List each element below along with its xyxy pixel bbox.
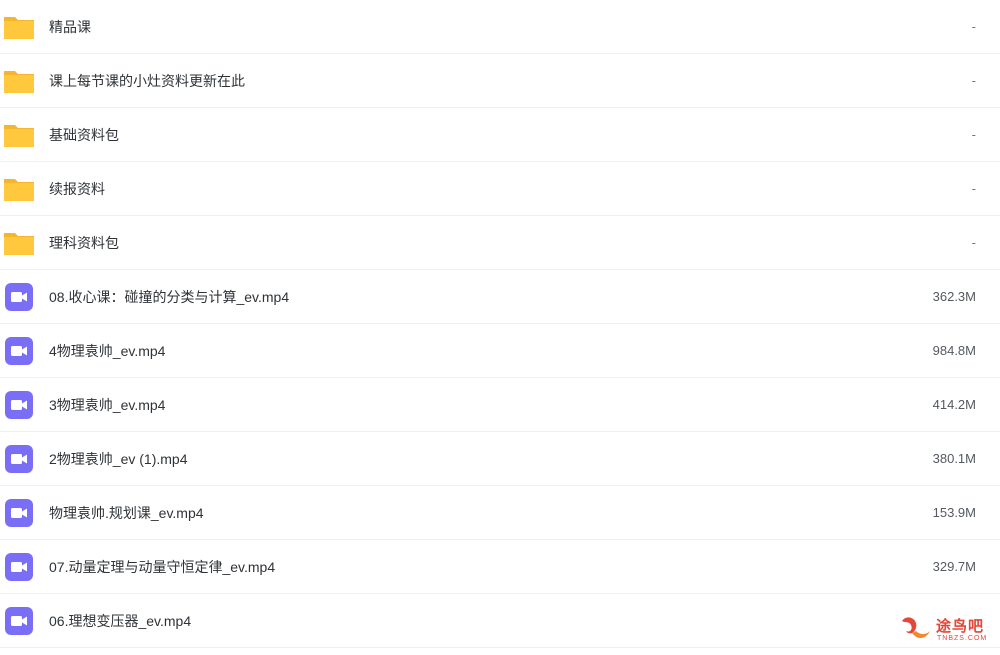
file-size: 380.1M: [932, 451, 976, 466]
file-name[interactable]: 课上每节课的小灶资料更新在此: [49, 54, 245, 108]
file-name[interactable]: 2物理袁帅_ev (1).mp4: [49, 432, 187, 486]
list-item[interactable]: 课上每节课的小灶资料更新在此 -: [0, 54, 1000, 108]
file-name[interactable]: 07.动量定理与动量守恒定律_ev.mp4: [49, 540, 275, 594]
file-size: 329.7M: [932, 559, 976, 574]
file-name[interactable]: 3物理袁帅_ev.mp4: [49, 378, 165, 432]
list-item[interactable]: 精品课 -: [0, 0, 1000, 54]
list-item[interactable]: 08.收心课：碰撞的分类与计算_ev.mp4 362.3M: [0, 270, 1000, 324]
list-item[interactable]: 2物理袁帅_ev (1).mp4 380.1M: [0, 432, 1000, 486]
file-size: -: [971, 73, 976, 88]
file-name[interactable]: 基础资料包: [49, 108, 119, 162]
file-name[interactable]: 06.理想变压器_ev.mp4: [49, 594, 191, 648]
file-size: -: [971, 127, 976, 142]
file-name[interactable]: 4物理袁帅_ev.mp4: [49, 324, 165, 378]
list-item[interactable]: 4物理袁帅_ev.mp4 984.8M: [0, 324, 1000, 378]
list-item[interactable]: 基础资料包 -: [0, 108, 1000, 162]
file-size: -: [971, 235, 976, 250]
video-file-icon: [3, 551, 35, 583]
video-file-icon: [3, 443, 35, 475]
file-name[interactable]: 理科资料包: [49, 216, 119, 270]
folder-icon: [3, 11, 35, 43]
video-file-icon: [3, 281, 35, 313]
list-item[interactable]: 07.动量定理与动量守恒定律_ev.mp4 329.7M: [0, 540, 1000, 594]
folder-icon: [3, 173, 35, 205]
file-size: -: [971, 181, 976, 196]
file-name[interactable]: 08.收心课：碰撞的分类与计算_ev.mp4: [49, 270, 289, 324]
file-name[interactable]: 物理袁帅.规划课_ev.mp4: [49, 486, 204, 540]
list-item[interactable]: 3物理袁帅_ev.mp4 414.2M: [0, 378, 1000, 432]
watermark-logo: 途鸟吧 TNBZS.COM: [896, 611, 992, 651]
watermark-text: 途鸟吧: [936, 618, 985, 635]
video-file-icon: [3, 389, 35, 421]
file-name[interactable]: 精品课: [49, 0, 91, 54]
list-item[interactable]: 理科资料包 -: [0, 216, 1000, 270]
video-file-icon: [3, 497, 35, 529]
file-size: -: [971, 19, 976, 34]
file-size: 984.8M: [932, 343, 976, 358]
list-item[interactable]: 续报资料 -: [0, 162, 1000, 216]
file-name[interactable]: 续报资料: [49, 162, 105, 216]
video-file-icon: [3, 335, 35, 367]
file-list: 精品课 - 课上每节课的小灶资料更新在此 - 基础资料包 - 续报资料 - 理科…: [0, 0, 1000, 648]
folder-icon: [3, 119, 35, 151]
file-size: 414.2M: [932, 397, 976, 412]
folder-icon: [3, 227, 35, 259]
video-file-icon: [3, 605, 35, 637]
file-size: 362.3M: [932, 289, 976, 304]
file-size: 153.9M: [932, 505, 976, 520]
bird-logo-icon: [902, 617, 930, 639]
watermark-subtext: TNBZS.COM: [937, 635, 988, 642]
list-item[interactable]: 物理袁帅.规划课_ev.mp4 153.9M: [0, 486, 1000, 540]
list-item[interactable]: 06.理想变压器_ev.mp4: [0, 594, 1000, 648]
folder-icon: [3, 65, 35, 97]
